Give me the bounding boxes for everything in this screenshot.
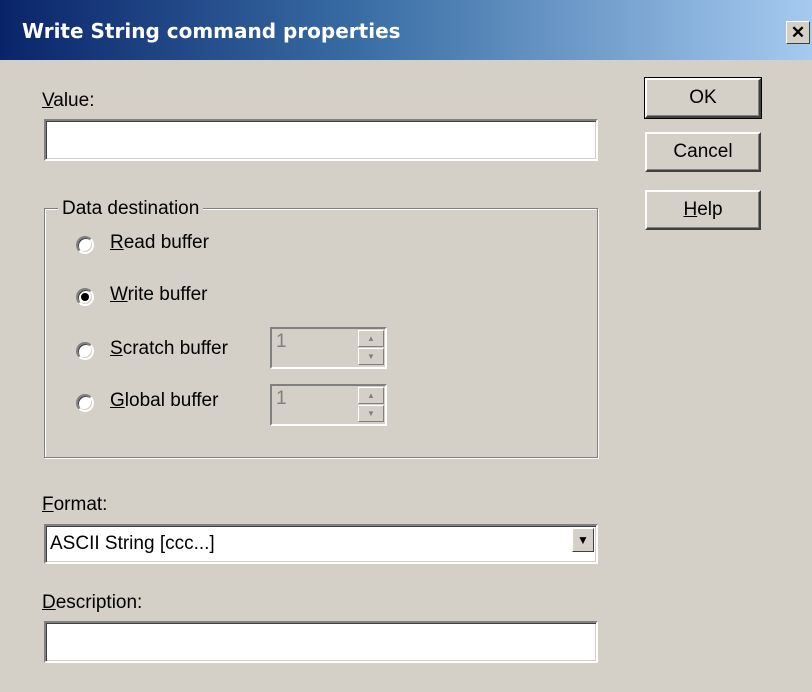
- global-buffer-spinner[interactable]: 1 ▲ ▼: [270, 384, 387, 426]
- value-input[interactable]: [44, 119, 598, 161]
- help-button[interactable]: Help: [645, 190, 761, 230]
- scratch-buffer-label[interactable]: Scratch buffer: [110, 338, 228, 360]
- global-buffer-value: 1: [276, 388, 287, 409]
- value-label: Value:: [42, 90, 95, 111]
- chevron-down-icon[interactable]: ▼: [572, 528, 594, 552]
- scratch-buffer-value: 1: [276, 331, 287, 352]
- radio-dot-icon: [81, 293, 89, 301]
- data-destination-title: Data destination: [58, 198, 204, 220]
- ok-button[interactable]: OK: [644, 77, 762, 119]
- spin-down-icon[interactable]: ▼: [358, 348, 384, 365]
- spin-up-icon[interactable]: ▲: [358, 330, 384, 347]
- format-dropdown[interactable]: ASCII String [ccc...] ▼: [44, 524, 598, 564]
- format-label: Format:: [42, 494, 108, 515]
- title-bar[interactable]: Write String command properties: [0, 0, 812, 60]
- cancel-button[interactable]: Cancel: [645, 132, 761, 172]
- spin-up-icon[interactable]: ▲: [358, 387, 384, 404]
- write-buffer-label[interactable]: Write buffer: [110, 284, 208, 306]
- window-title: Write String command properties: [22, 19, 401, 43]
- spin-down-icon[interactable]: ▼: [358, 405, 384, 422]
- close-icon: ✕: [790, 23, 806, 42]
- write-buffer-radio[interactable]: [76, 288, 94, 306]
- description-label: Description:: [42, 592, 143, 613]
- read-buffer-label[interactable]: Read buffer: [110, 232, 209, 254]
- scratch-buffer-spinner[interactable]: 1 ▲ ▼: [270, 327, 387, 369]
- scratch-buffer-radio[interactable]: [76, 342, 94, 360]
- global-buffer-label[interactable]: Global buffer: [110, 390, 218, 412]
- dialog-window: Write String command properties ✕ Value:…: [0, 0, 812, 692]
- description-input[interactable]: [44, 621, 598, 663]
- read-buffer-radio[interactable]: [76, 236, 94, 254]
- format-selected-value: ASCII String [ccc...]: [50, 533, 215, 554]
- global-buffer-radio[interactable]: [76, 394, 94, 412]
- close-button[interactable]: ✕: [786, 21, 810, 44]
